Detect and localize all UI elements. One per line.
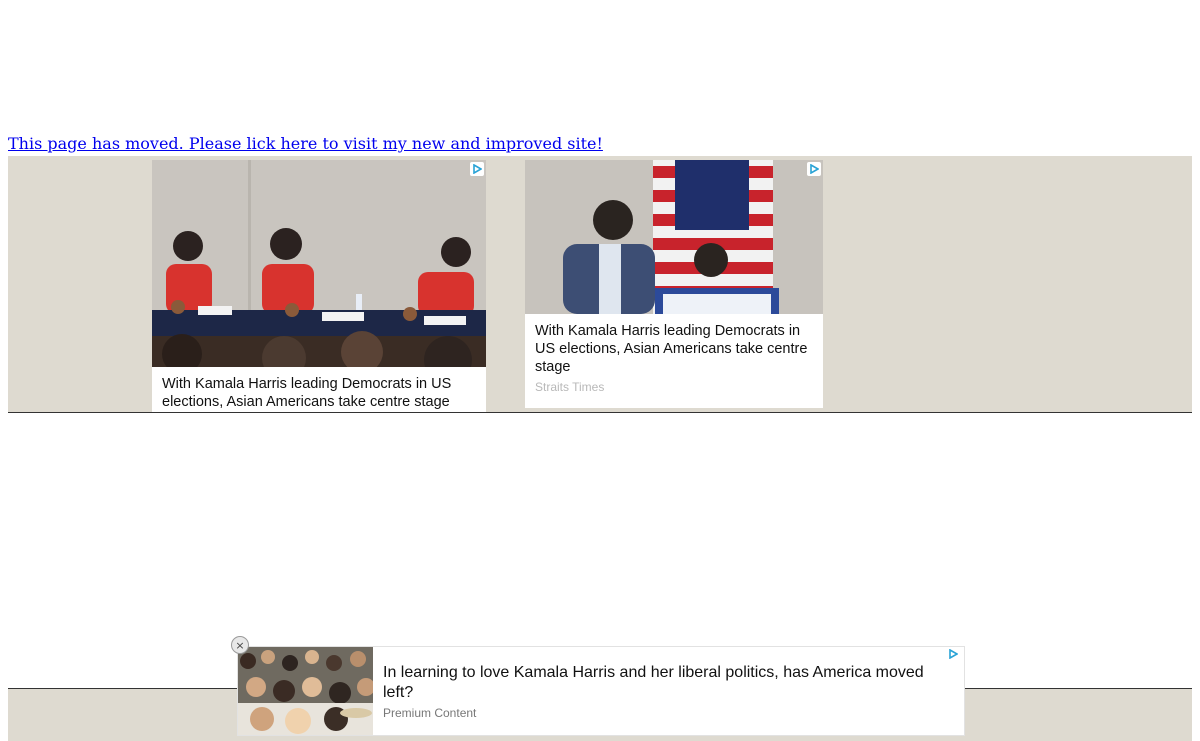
ad-2-headline[interactable]: With Kamala Harris leading Democrats in … — [525, 314, 823, 376]
sticky-ad[interactable]: In learning to love Kamala Harris and he… — [237, 646, 965, 736]
sticky-ad-label: Premium Content — [383, 706, 477, 720]
panel-photo — [152, 160, 486, 367]
crowd-photo — [238, 647, 373, 735]
adchoices-icon[interactable] — [807, 162, 821, 176]
adchoices-icon[interactable] — [946, 647, 960, 661]
ad-band: With Kamala Harris leading Democrats in … — [8, 156, 1192, 413]
adchoices-icon[interactable] — [470, 162, 484, 176]
sticky-ad-image — [238, 647, 373, 735]
podium-photo — [525, 160, 823, 314]
sticky-ad-headline[interactable]: In learning to love Kamala Harris and he… — [383, 663, 943, 703]
ad-2-source: Straits Times — [535, 380, 605, 394]
ad-1-headline[interactable]: With Kamala Harris leading Democrats in … — [152, 367, 486, 411]
ad-card-2[interactable]: With Kamala Harris leading Democrats in … — [525, 160, 823, 408]
close-icon[interactable]: × — [231, 636, 249, 654]
moved-notice-link[interactable]: This page has moved. Please lick here to… — [8, 134, 603, 153]
ad-card-1[interactable]: With Kamala Harris leading Democrats in … — [152, 160, 486, 412]
ad-1-image — [152, 160, 486, 367]
ad-2-image — [525, 160, 823, 314]
